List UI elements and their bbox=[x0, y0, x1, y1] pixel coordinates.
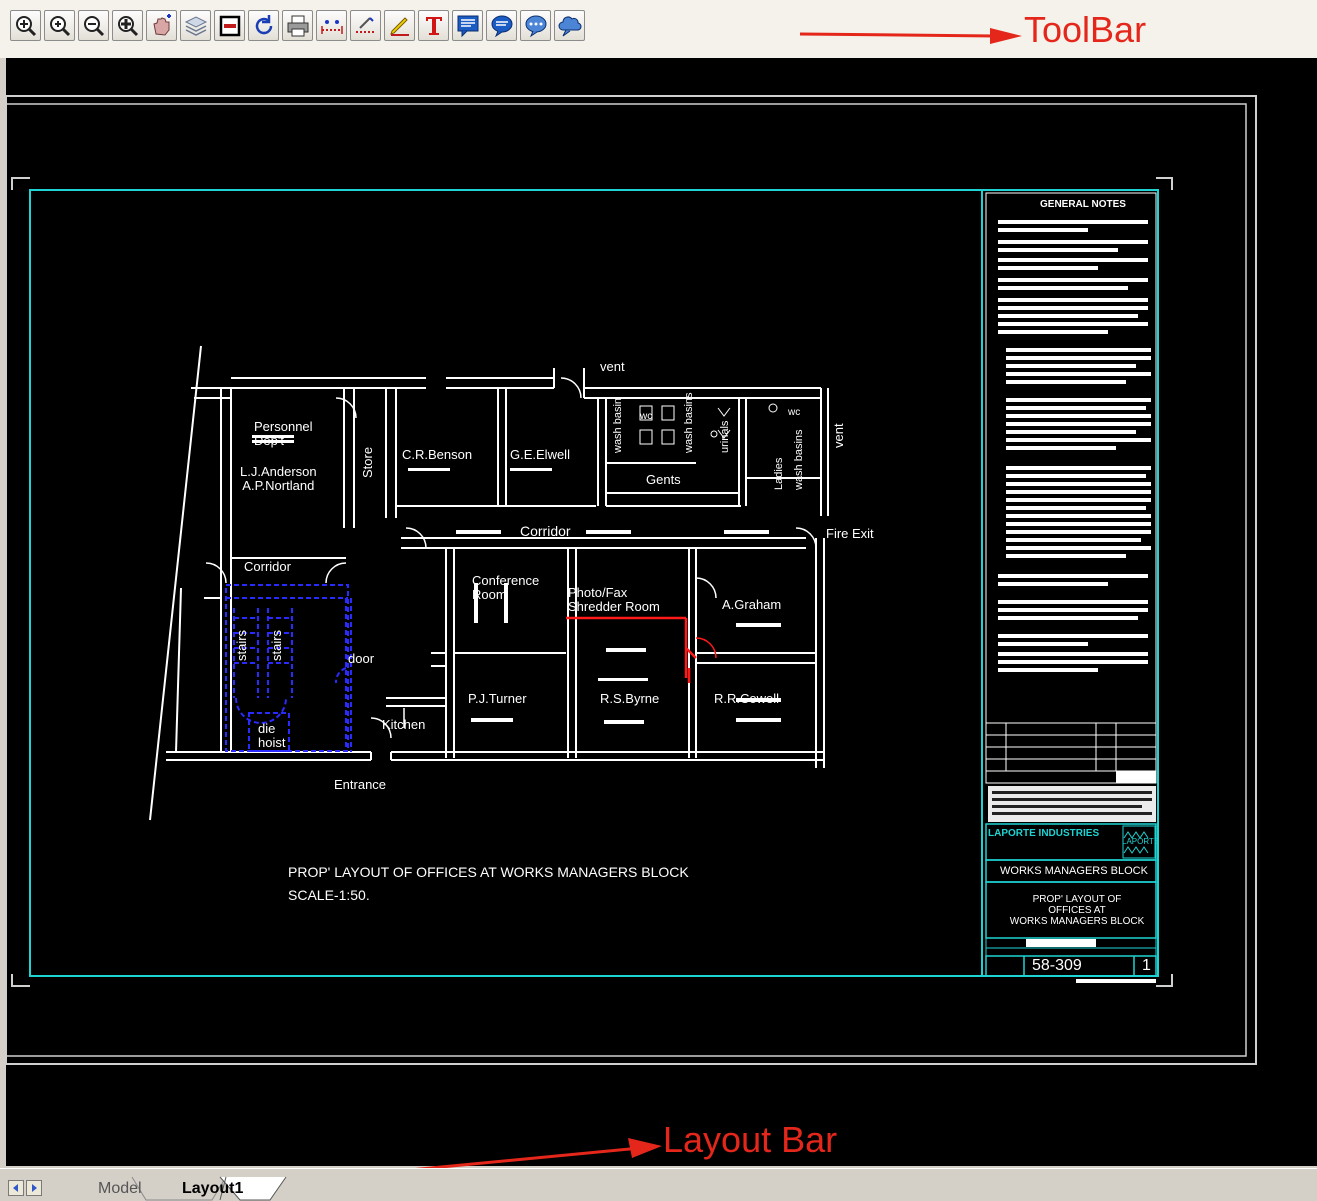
drawing-caption-title: PROP' LAYOUT OF OFFICES AT WORKS MANAGER… bbox=[288, 864, 689, 880]
layout-tabs-bar: Model Layout1 bbox=[0, 1168, 1317, 1201]
zoom-out-button[interactable] bbox=[78, 10, 109, 41]
frame-button[interactable] bbox=[214, 10, 245, 41]
tab-scroll-left-button[interactable] bbox=[8, 1180, 24, 1196]
print-button[interactable] bbox=[282, 10, 313, 41]
label-ladies-basins: wash basins bbox=[793, 429, 805, 490]
label-wc-1: wc bbox=[640, 411, 653, 422]
callout-button[interactable] bbox=[520, 10, 551, 41]
viewport-border bbox=[29, 189, 1159, 977]
label-entrance: Entrance bbox=[334, 777, 387, 792]
label-corridor-main: Corridor bbox=[520, 523, 571, 539]
label-vent-top: vent bbox=[600, 359, 625, 374]
title-block-project: WORKS MANAGERS BLOCK bbox=[1000, 865, 1148, 877]
label-vent-right: vent bbox=[831, 423, 846, 448]
tab-layout1[interactable]: Layout1 bbox=[182, 1178, 243, 1200]
room-turner: P.J.Turner bbox=[468, 691, 527, 706]
zoom-window-icon bbox=[16, 16, 37, 37]
print-icon bbox=[287, 15, 309, 37]
pen-markup-icon bbox=[390, 17, 409, 36]
toilet-fixtures bbox=[639, 403, 778, 445]
room-byrne: R.S.Byrne bbox=[600, 691, 660, 706]
label-stairs-2: stairs bbox=[269, 629, 284, 661]
text-button[interactable] bbox=[418, 10, 449, 41]
cloud-markup-button[interactable] bbox=[554, 10, 585, 41]
drawing-caption-scale: SCALE-1:50. bbox=[288, 887, 370, 903]
label-wash-basin-left: wash basin bbox=[612, 397, 624, 453]
toolbar-annotation-label: ToolBar bbox=[1024, 9, 1147, 50]
comment-icon bbox=[491, 15, 513, 38]
zoom-window-button[interactable] bbox=[10, 10, 41, 41]
title-block-title: PROP' LAYOUT OF OFFICES AT WORKS MANAGER… bbox=[1009, 894, 1145, 927]
room-cowell: R.R.Cowell bbox=[714, 691, 780, 706]
label-wc-2: wc bbox=[788, 407, 801, 418]
label-door: door bbox=[348, 651, 375, 666]
regen-button[interactable] bbox=[248, 10, 279, 41]
tab-model[interactable]: Model bbox=[98, 1178, 142, 1200]
stairs-blue bbox=[225, 584, 352, 752]
toolbar: ToolBar bbox=[0, 0, 1317, 58]
measure-area-icon bbox=[356, 17, 376, 33]
title-block-company-short: LAPORTE bbox=[1122, 837, 1160, 846]
label-wash-basins: wash basins bbox=[683, 392, 695, 453]
floor-plan-drawing bbox=[6, 95, 1257, 1065]
zoom-extents-button[interactable] bbox=[112, 10, 143, 41]
zoom-in-icon bbox=[50, 16, 71, 37]
comment-button[interactable] bbox=[486, 10, 517, 41]
pen-markup-button[interactable] bbox=[384, 10, 415, 41]
text-icon bbox=[426, 17, 442, 35]
cloud-markup-icon bbox=[558, 16, 582, 37]
tab-outlines bbox=[131, 1176, 287, 1201]
zoom-out-icon bbox=[84, 16, 105, 37]
layers-button[interactable] bbox=[180, 10, 211, 41]
title-block-revision: 1 bbox=[1142, 957, 1151, 974]
pan-button[interactable] bbox=[146, 10, 177, 41]
regen-icon bbox=[255, 15, 273, 35]
measure-area-button[interactable] bbox=[350, 10, 381, 41]
label-die-hoist: die hoist bbox=[258, 721, 286, 750]
room-conference: Conference Room bbox=[472, 573, 540, 602]
label-urinals: urinals bbox=[719, 420, 731, 453]
tab-scroll-right-button[interactable] bbox=[26, 1180, 42, 1196]
frame-icon bbox=[219, 15, 241, 37]
room-gents: Gents bbox=[646, 472, 681, 487]
label-stairs-1: stairs bbox=[234, 629, 249, 661]
measure-distance-icon bbox=[321, 20, 343, 34]
room-kitchen: Kitchen bbox=[382, 717, 426, 732]
label-fire-exit: Fire Exit bbox=[826, 526, 874, 541]
room-ladies: Ladies bbox=[773, 457, 785, 490]
room-elwell: G.E.Elwell bbox=[510, 447, 570, 462]
layout-bar-annotation-label: Layout Bar bbox=[663, 1119, 838, 1160]
room-personnel: Personnel Dep't bbox=[254, 419, 313, 448]
title-block-general-notes: GENERAL NOTES bbox=[1040, 199, 1126, 210]
chevron-left-icon bbox=[13, 1184, 18, 1192]
room-personnel-names: L.J.Anderson A.P.Nortland bbox=[240, 464, 317, 493]
zoom-extents-icon bbox=[118, 16, 139, 37]
title-block-drawing-number: 58-309 bbox=[1032, 957, 1082, 974]
room-benson: C.R.Benson bbox=[402, 447, 473, 462]
room-graham: A.Graham bbox=[722, 597, 782, 612]
room-photo-fax: Photo/Fax Shredder Room bbox=[568, 585, 660, 614]
note-button[interactable] bbox=[452, 10, 483, 41]
zoom-in-button[interactable] bbox=[44, 10, 75, 41]
layers-icon bbox=[184, 16, 208, 36]
drawing-canvas[interactable]: Personnel Dep't L.J.Anderson A.P.Nortlan… bbox=[6, 58, 1317, 1166]
chevron-right-icon bbox=[32, 1184, 37, 1192]
measure-distance-button[interactable] bbox=[316, 10, 347, 41]
label-corridor-left: Corridor bbox=[244, 559, 291, 574]
title-block-company: LAPORTE INDUSTRIES bbox=[988, 828, 1100, 839]
callout-icon bbox=[525, 15, 547, 38]
note-icon bbox=[457, 15, 479, 38]
room-store: Store bbox=[360, 446, 375, 478]
pan-icon bbox=[153, 14, 171, 36]
